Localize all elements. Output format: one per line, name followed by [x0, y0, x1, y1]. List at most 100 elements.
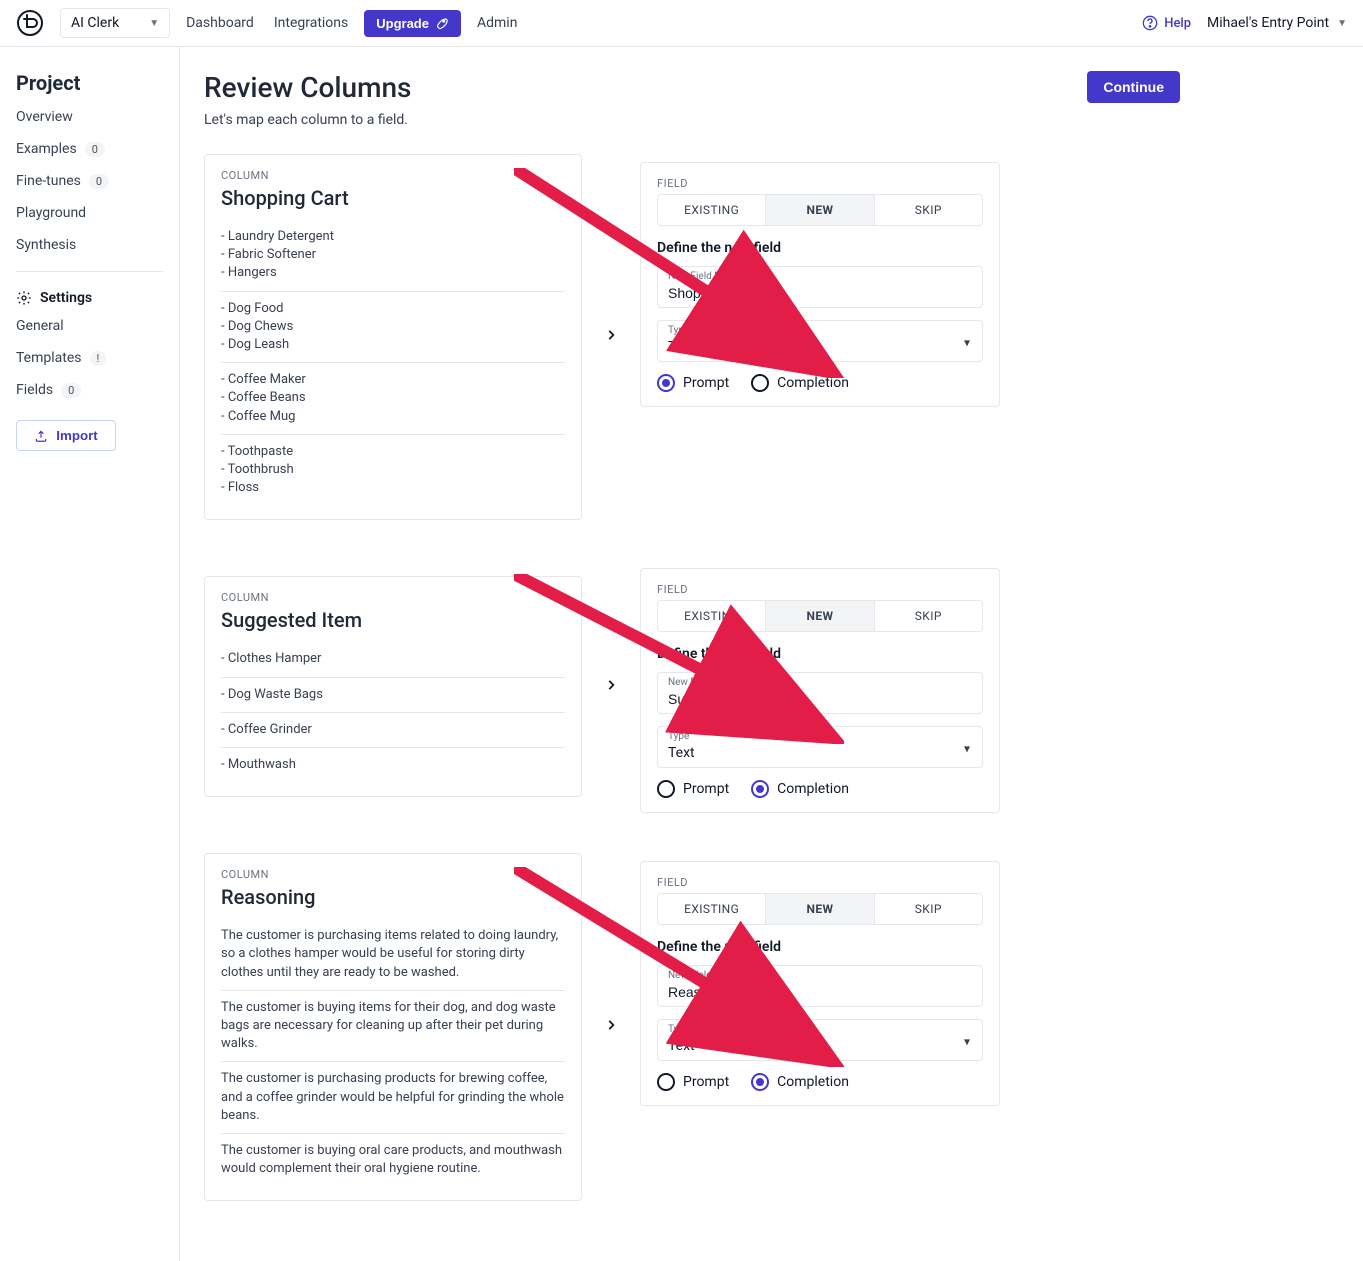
field-type-label: Type	[668, 1024, 689, 1035]
tab-skip[interactable]: SKIP	[874, 894, 982, 924]
column-title: Shopping Cart	[221, 186, 565, 210]
gear-icon	[16, 290, 32, 306]
radio-completion[interactable]: Completion	[751, 1073, 849, 1091]
sidebar-item-synthesis[interactable]: Synthesis	[16, 237, 163, 253]
tab-new[interactable]: NEW	[765, 195, 873, 225]
sidebar-item-label: Fields	[16, 382, 53, 398]
nav-admin[interactable]: Admin	[477, 15, 517, 31]
user-dropdown[interactable]: Mihael's Entry Point ▼	[1207, 15, 1347, 31]
sidebar: Project Overview Examples0 Fine-tunes 0 Play…	[0, 47, 180, 1261]
upload-icon	[34, 429, 48, 443]
radio-completion-label: Completion	[777, 781, 849, 797]
caret-down-icon: ▼	[1337, 18, 1347, 29]
continue-button[interactable]: Continue	[1087, 71, 1180, 103]
import-label: Import	[56, 428, 97, 443]
top-nav: Dashboard Integrations	[186, 15, 348, 31]
radio-completion[interactable]: Completion	[751, 374, 849, 392]
tab-new[interactable]: NEW	[765, 601, 873, 631]
sidebar-title: Project	[16, 71, 163, 95]
define-field-label: Define the new field	[657, 240, 983, 256]
field-type-select[interactable]: Type Text	[657, 726, 983, 768]
nav-dashboard[interactable]: Dashboard	[186, 15, 254, 31]
new-field-name-input-wrap: New Field Name	[657, 965, 983, 1007]
rocket-icon	[435, 16, 449, 30]
sidebar-item-label: Overview	[16, 109, 73, 125]
tab-skip[interactable]: SKIP	[874, 195, 982, 225]
radio-prompt[interactable]: Prompt	[657, 1073, 729, 1091]
page-title: Review Columns	[204, 71, 411, 104]
radio-prompt-label: Prompt	[683, 781, 729, 797]
sidebar-settings-item-templates[interactable]: Templates!	[16, 350, 163, 366]
import-button[interactable]: Import	[16, 420, 116, 451]
field-type-select[interactable]: Type Text	[657, 1019, 983, 1061]
radio-prompt-label: Prompt	[683, 1074, 729, 1090]
column-sample: The customer is purchasing items related…	[221, 919, 565, 990]
new-field-name-label: New Field Name	[668, 970, 741, 981]
sidebar-settings-heading: Settings	[16, 290, 163, 306]
tab-skip[interactable]: SKIP	[874, 601, 982, 631]
user-name: Mihael's Entry Point	[1207, 15, 1329, 31]
logo	[16, 9, 44, 37]
upgrade-button[interactable]: Upgrade	[364, 10, 461, 37]
tab-existing[interactable]: EXISTING	[658, 894, 765, 924]
column-sample: - Mouthwash	[221, 747, 565, 782]
radio-icon	[657, 374, 675, 392]
nav-integrations[interactable]: Integrations	[274, 15, 348, 31]
sidebar-item-examples[interactable]: Examples0	[16, 141, 163, 157]
sidebar-item-overview[interactable]: Overview	[16, 109, 163, 125]
column-sample: - Toothpaste - Toothbrush - Floss	[221, 434, 565, 506]
tab-new[interactable]: NEW	[765, 894, 873, 924]
radio-icon	[657, 780, 675, 798]
project-dropdown[interactable]: AI Clerk ▼	[60, 8, 170, 38]
topbar: AI Clerk ▼ Dashboard Integrations Upgrad…	[0, 0, 1363, 47]
sidebar-item-fine-tunes[interactable]: Fine-tunes 0	[16, 173, 163, 189]
radio-prompt[interactable]: Prompt	[657, 780, 729, 798]
column-preview-card: COLUMN Reasoning The customer is purchas…	[204, 853, 582, 1201]
field-type-value: Text	[658, 727, 982, 767]
field-type-value: Text	[658, 1020, 982, 1060]
column-eyebrow: COLUMN	[221, 868, 565, 881]
field-type-select[interactable]: Type Text	[657, 320, 983, 362]
field-config-card: FIELD EXISTING NEW SKIP Define the new f…	[640, 162, 1000, 407]
sidebar-settings-item-general[interactable]: General	[16, 318, 163, 334]
radio-icon	[657, 1073, 675, 1091]
role-radio-group: Prompt Completion	[657, 780, 983, 798]
field-eyebrow: FIELD	[657, 876, 983, 889]
sidebar-item-playground[interactable]: Playground	[16, 205, 163, 221]
column-sample: - Laundry Detergent - Fabric Softener - …	[221, 220, 565, 291]
help-link[interactable]: Help	[1142, 15, 1191, 31]
column-eyebrow: COLUMN	[221, 591, 565, 604]
column-mapping-row: COLUMN Suggested Item - Clothes Hamper- …	[204, 560, 1180, 813]
radio-completion[interactable]: Completion	[751, 780, 849, 798]
caret-down-icon: ▼	[149, 18, 159, 29]
page-subtitle: Let's map each column to a field.	[204, 112, 411, 128]
column-sample: - Coffee Grinder	[221, 712, 565, 747]
field-type-label: Type	[668, 325, 689, 336]
radio-prompt-label: Prompt	[683, 375, 729, 391]
new-field-name-label: New Field Name	[668, 677, 741, 688]
field-tabs: EXISTING NEW SKIP	[657, 194, 983, 226]
count-badge: 0	[61, 383, 81, 398]
column-sample: - Dog Food - Dog Chews - Dog Leash	[221, 291, 565, 363]
role-radio-group: Prompt Completion	[657, 374, 983, 392]
column-preview-card: COLUMN Suggested Item - Clothes Hamper- …	[204, 576, 582, 797]
tab-existing[interactable]: EXISTING	[658, 195, 765, 225]
column-title: Reasoning	[221, 885, 565, 909]
chevron-right-icon	[596, 678, 626, 696]
new-field-name-input-wrap: New Field Name	[657, 672, 983, 714]
column-sample: - Clothes Hamper	[221, 642, 565, 676]
count-badge: 0	[89, 174, 109, 189]
column-mapping-row: COLUMN Reasoning The customer is purchas…	[204, 853, 1180, 1201]
radio-icon	[751, 374, 769, 392]
count-badge: 0	[85, 142, 105, 157]
sidebar-settings-item-fields[interactable]: Fields 0	[16, 382, 163, 398]
radio-icon	[751, 780, 769, 798]
count-badge: !	[90, 351, 107, 366]
help-label: Help	[1164, 16, 1191, 31]
sidebar-item-label: Fine-tunes	[16, 173, 81, 189]
field-type-label: Type	[668, 731, 689, 742]
radio-completion-label: Completion	[777, 1074, 849, 1090]
tab-existing[interactable]: EXISTING	[658, 601, 765, 631]
radio-prompt[interactable]: Prompt	[657, 374, 729, 392]
field-eyebrow: FIELD	[657, 177, 983, 190]
